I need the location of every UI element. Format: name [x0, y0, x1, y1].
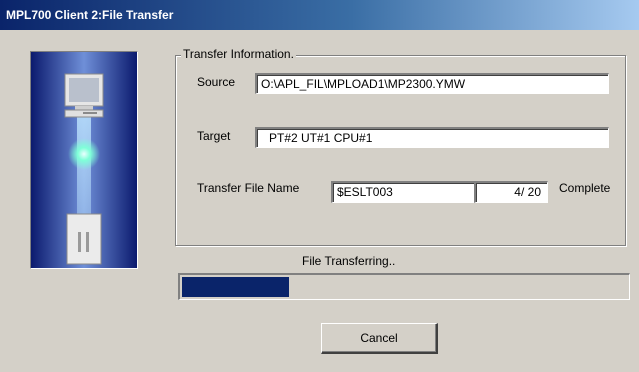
target-field[interactable]: PT#2 UT#1 CPU#1	[255, 127, 609, 148]
transfer-status-text: File Transferring..	[302, 254, 396, 268]
source-label: Source	[197, 75, 236, 89]
transfer-file-name-field[interactable]: $ESLT003	[331, 181, 475, 203]
progress-fill	[182, 277, 289, 297]
transfer-information-label: Transfer Information.	[181, 47, 296, 61]
window-title: MPL700 Client 2:File Transfer	[6, 8, 174, 22]
target-label: Target	[197, 129, 231, 143]
file-counter-field: 4/ 20	[474, 181, 548, 203]
cancel-button[interactable]: Cancel	[321, 323, 438, 354]
title-bar: MPL700 Client 2:File Transfer	[0, 0, 639, 30]
transfer-file-name-label: Transfer File Name	[197, 181, 300, 195]
complete-label: Complete	[559, 181, 611, 195]
transfer-progress-bar	[178, 273, 630, 300]
computer-transfer-illustration-icon	[30, 51, 138, 269]
source-field[interactable]: O:\APL_FIL\MPLOAD1\MP2300.YMW	[255, 73, 609, 94]
file-transfer-dialog: Transfer Information. Source O:\APL_FIL\…	[0, 30, 639, 372]
